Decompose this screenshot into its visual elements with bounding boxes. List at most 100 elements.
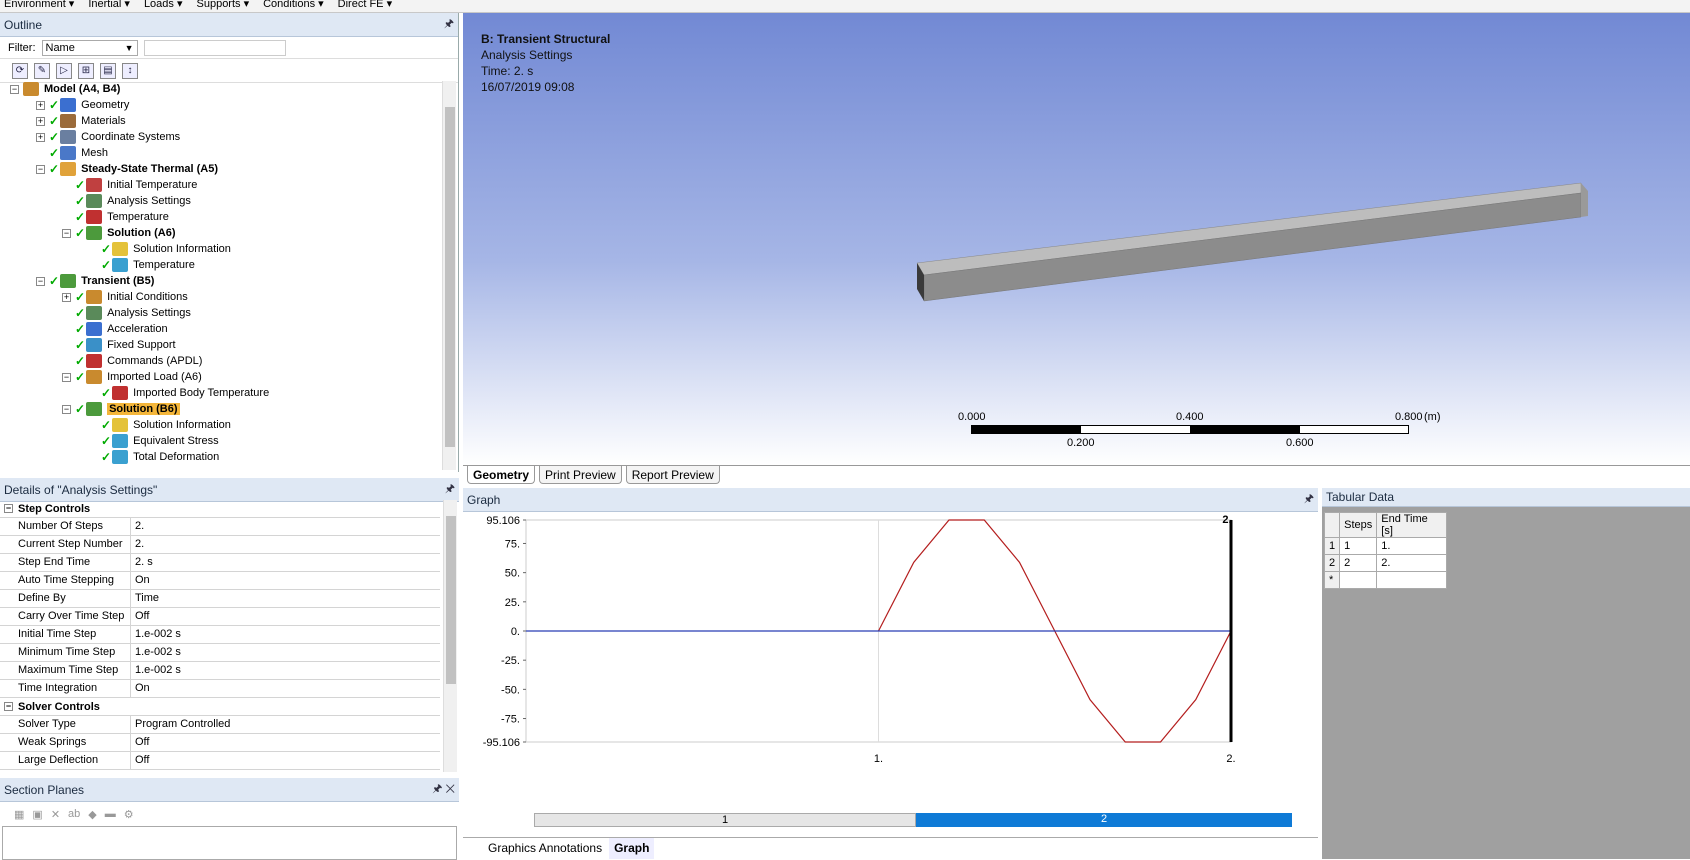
cap-icon[interactable]: ◆	[88, 808, 96, 821]
tree-node[interactable]: ✓ Solution Information	[88, 241, 231, 257]
tree-node[interactable]: ✓ Equivalent Stress	[88, 433, 219, 449]
tab-graph[interactable]: Graph	[609, 838, 655, 859]
scroll-thumb[interactable]	[445, 107, 455, 447]
table-cell[interactable]: 2	[1339, 554, 1378, 572]
details-scrollbar[interactable]	[443, 500, 457, 772]
property-value[interactable]: Time	[131, 590, 440, 607]
tab-print-preview[interactable]: Print Preview	[539, 466, 622, 484]
property-value[interactable]: 2.	[131, 536, 440, 553]
tree-node[interactable]: ✓ Initial Temperature	[62, 177, 197, 193]
property-value[interactable]: On	[131, 680, 440, 697]
column-header[interactable]	[1323, 512, 1341, 538]
property-value[interactable]: Off	[131, 734, 440, 751]
pin-icon[interactable]: 🖈	[1304, 490, 1314, 509]
expand-icon[interactable]: +	[36, 132, 45, 142]
details-row[interactable]: Maximum Time Step 1.e-002 s	[0, 662, 440, 680]
table-row[interactable]: 2 2 2.	[1323, 554, 1448, 572]
details-row[interactable]: Time Integration On	[0, 680, 440, 698]
tree-node[interactable]: − ✓ Transient (B5)	[36, 273, 154, 289]
tree-node[interactable]: ✓ Mesh	[36, 145, 108, 161]
tree-node[interactable]: ✓ Total Deformation	[88, 449, 219, 465]
tab-geometry[interactable]: Geometry	[467, 466, 536, 484]
pencil-icon[interactable]: ✎	[34, 62, 50, 79]
filter-input[interactable]	[143, 39, 286, 56]
tree-node[interactable]: − ✓ Solution (B6)	[62, 401, 180, 417]
details-row[interactable]: Step End Time 2. s	[0, 554, 440, 572]
property-value[interactable]: 2.	[131, 518, 440, 535]
tree-node[interactable]: ✓ Temperature	[62, 209, 169, 225]
tabular-grid[interactable]: Steps End Time [s] 1 1 1. 2 2 2. *	[1323, 512, 1448, 589]
table-cell[interactable]: 1.	[1376, 537, 1448, 555]
time-graph[interactable]: 95.106 75. 50. 25. 0. -25. -50. -75. -95.106 1. 2.…	[463, 510, 1318, 820]
copy-icon[interactable]: ▣	[32, 808, 42, 821]
tree-node[interactable]: ✓ Analysis Settings	[62, 305, 191, 321]
table-row[interactable]: 1 1 1.	[1323, 537, 1448, 555]
expand-icon[interactable]: +	[36, 116, 45, 126]
details-section-header[interactable]: − Step Controls	[0, 500, 440, 518]
menu-conditions[interactable]: Conditions ▾	[263, 0, 324, 12]
collapse-icon[interactable]: −	[62, 404, 71, 414]
property-value[interactable]: Program Controlled	[131, 716, 440, 733]
tree-node[interactable]: + ✓ Geometry	[36, 97, 129, 113]
graphics-viewport[interactable]: B: Transient Structural Analysis Setting…	[463, 13, 1690, 465]
step-1-segment[interactable]: 1	[534, 813, 916, 827]
folder-icon[interactable]: ▤	[100, 62, 116, 79]
collapse-icon[interactable]: −	[36, 164, 45, 174]
details-row[interactable]: Minimum Time Step 1.e-002 s	[0, 644, 440, 662]
column-header[interactable]: End Time [s]	[1376, 512, 1448, 538]
collapse-icon[interactable]: −	[36, 276, 45, 286]
menu-environment[interactable]: Environment ▾	[4, 0, 74, 12]
collapse-icon[interactable]: −	[62, 372, 71, 382]
pin-icon[interactable]: 🖈	[444, 15, 454, 34]
tree-node[interactable]: ✓ Analysis Settings	[62, 193, 191, 209]
tree-node[interactable]: − ✓ Imported Load (A6)	[62, 369, 202, 385]
details-section-header[interactable]: − Solver Controls	[0, 698, 440, 716]
collapse-icon[interactable]: −	[4, 504, 13, 513]
tree-node[interactable]: + ✓ Coordinate Systems	[36, 129, 180, 145]
section-planes-list[interactable]	[2, 826, 457, 860]
tab-report-preview[interactable]: Report Preview	[625, 466, 720, 484]
pin-icon[interactable]: 🖈	[445, 480, 455, 499]
tree-node[interactable]: ✓ Temperature	[88, 257, 195, 273]
filter-select[interactable]: Name ▼	[41, 39, 138, 56]
property-value[interactable]: On	[131, 572, 440, 589]
step-2-segment[interactable]: 2	[916, 813, 1292, 827]
menu-supports[interactable]: Supports ▾	[197, 0, 250, 12]
outline-scrollbar[interactable]	[442, 81, 456, 470]
expand-icon[interactable]: +	[36, 100, 45, 110]
refresh-icon[interactable]: ⟳	[12, 62, 28, 79]
table-cell[interactable]	[1339, 571, 1378, 589]
expand-all-icon[interactable]: ⊞	[78, 62, 94, 79]
tree-node[interactable]: ✓ Fixed Support	[62, 337, 176, 353]
collapse-icon[interactable]: ▷	[56, 62, 72, 79]
details-row[interactable]: Solver Type Program Controlled	[0, 716, 440, 734]
row-header[interactable]: 2	[1323, 554, 1341, 572]
property-value[interactable]: 1.e-002 s	[131, 626, 440, 643]
delete-icon[interactable]: ✕	[51, 808, 60, 821]
details-row[interactable]: Weak Springs Off	[0, 734, 440, 752]
details-row[interactable]: Current Step Number 2.	[0, 536, 440, 554]
sort-icon[interactable]: ↕	[122, 62, 138, 79]
details-row[interactable]: Large Deflection Off	[0, 752, 440, 770]
tree-node[interactable]: ✓ Imported Body Temperature	[88, 385, 269, 401]
property-value[interactable]: 1.e-002 s	[131, 662, 440, 679]
property-value[interactable]: 1.e-002 s	[131, 644, 440, 661]
table-cell[interactable]: 1	[1339, 537, 1378, 555]
tree-node[interactable]: − Model (A4, B4)	[10, 81, 120, 97]
details-row[interactable]: Carry Over Time Step Off	[0, 608, 440, 626]
collapse-icon[interactable]: −	[62, 228, 71, 238]
tab-graphics-annotations[interactable]: Graphics Annotations	[483, 838, 607, 859]
pin-icon[interactable]: 🖈 ✕	[432, 780, 455, 799]
details-row[interactable]: Auto Time Stepping On	[0, 572, 440, 590]
hat-icon[interactable]: ▬	[105, 808, 116, 820]
tree-node[interactable]: ✓ Commands (APDL)	[62, 353, 202, 369]
tree-node[interactable]: + ✓ Materials	[36, 113, 126, 129]
collapse-icon[interactable]: −	[4, 702, 13, 711]
table-cell[interactable]	[1376, 571, 1448, 589]
tree-node[interactable]: − ✓ Steady-State Thermal (A5)	[36, 161, 218, 177]
column-header[interactable]: Steps	[1339, 512, 1378, 538]
menu-loads[interactable]: Loads ▾	[144, 0, 183, 12]
row-header[interactable]: 1	[1323, 537, 1341, 555]
new-plane-icon[interactable]: ▦	[14, 808, 24, 821]
menu-inertial[interactable]: Inertial ▾	[88, 0, 130, 12]
